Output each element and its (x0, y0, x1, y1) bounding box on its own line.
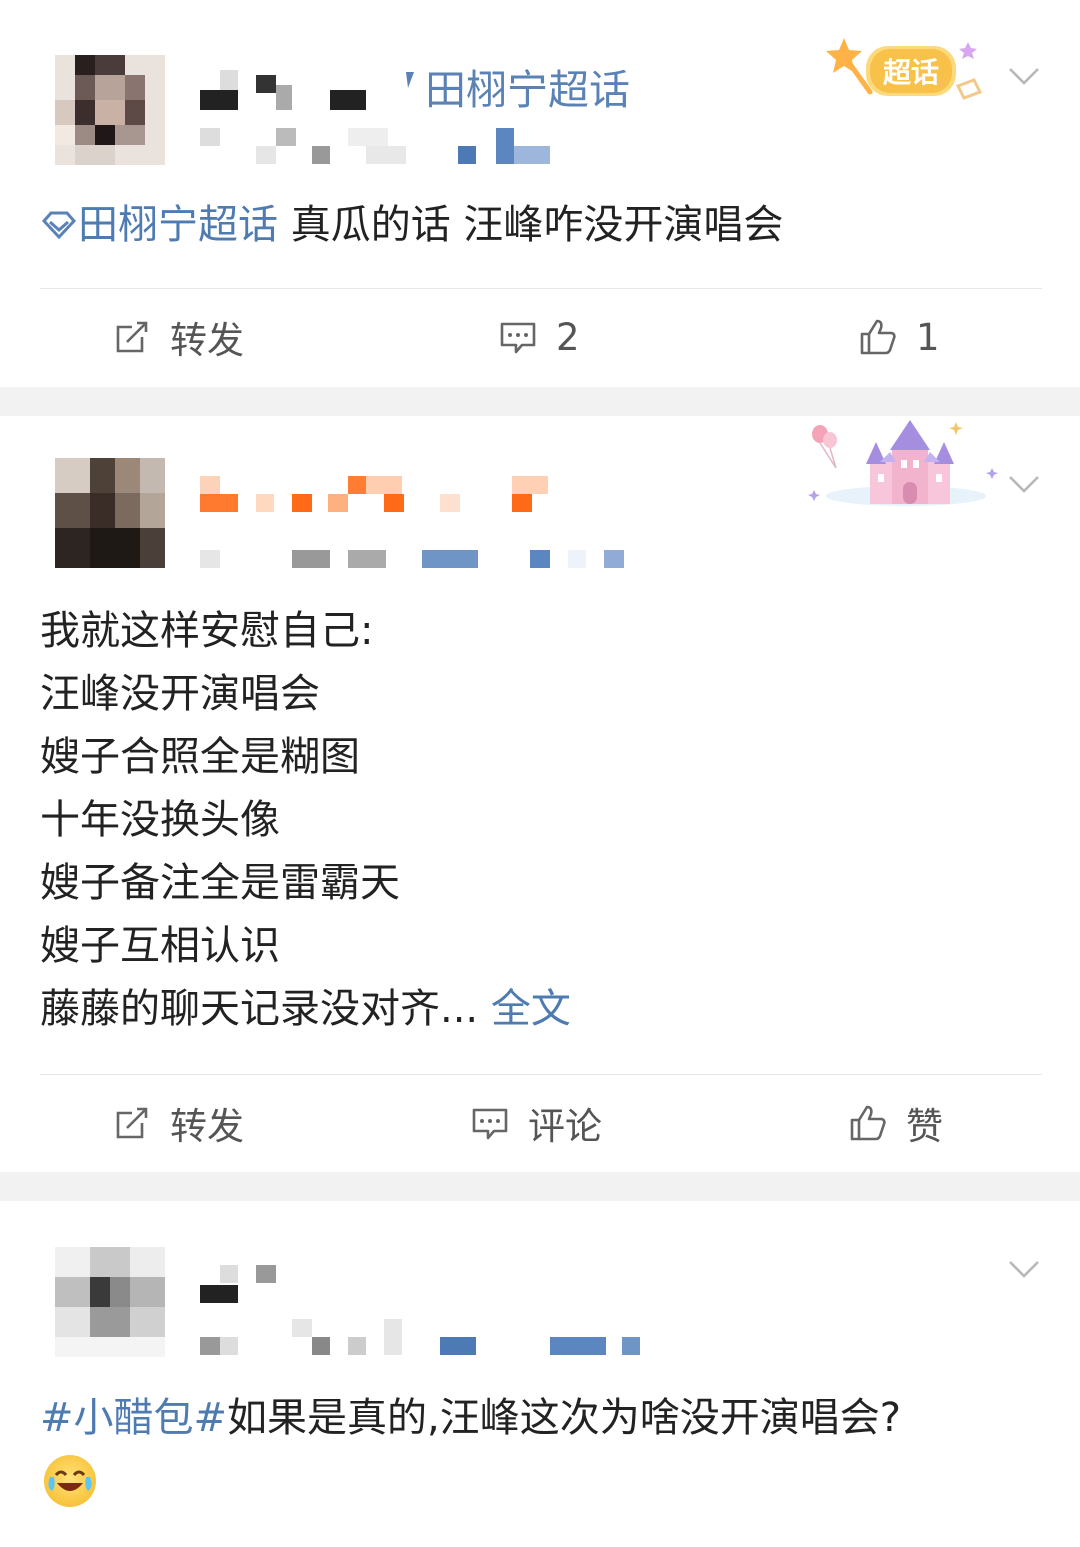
super-topic-diamond-icon (41, 211, 77, 240)
chevron-down-icon (1009, 1261, 1039, 1278)
repost-button[interactable]: 转发 (112, 1078, 244, 1168)
avatar[interactable] (55, 1247, 165, 1357)
super-topic-badge: 超话 (822, 34, 992, 114)
username-blurred[interactable] (200, 476, 560, 516)
like-count: 1 (916, 315, 940, 359)
repost-icon (112, 317, 152, 357)
like-label: 赞 (906, 1105, 943, 1148)
comment-button[interactable]: 评论 (470, 1078, 602, 1168)
post-line: 我就这样安慰自己: (40, 608, 374, 654)
post-meta-blurred (200, 128, 560, 164)
post-card-1: 田栩宁超话 超话 田栩宁超话 真瓜的话 汪峰咋没开演唱会 转发 2 1 (0, 0, 1080, 387)
post-line: 汪峰没开演唱会 (40, 671, 320, 717)
repost-button[interactable]: 转发 (112, 292, 244, 382)
action-bar: 转发 2 1 (0, 292, 1080, 382)
repost-icon (112, 1103, 152, 1143)
avatar[interactable] (55, 458, 165, 568)
avatar[interactable] (55, 55, 165, 165)
post-line-last: 藤藤的聊天记录没对齐... 全文 (40, 978, 1040, 1041)
comment-icon (498, 317, 538, 357)
more-options-button[interactable] (1004, 464, 1044, 504)
thumbs-up-icon (848, 1103, 888, 1143)
post-card-3: #小醋包#如果是真的,汪峰这次为啥没开演唱会? (0, 1201, 1080, 1547)
post-line: 嫂子互相认识 (40, 923, 280, 969)
divider (40, 288, 1042, 289)
more-options-button[interactable] (1004, 1249, 1044, 1289)
castle-badge (806, 416, 1002, 512)
super-topic-name[interactable]: 田栩宁超话 (425, 56, 630, 116)
chevron-down-icon (1009, 68, 1039, 85)
crying-laughing-emoji (44, 1455, 96, 1507)
post-line: 十年没换头像 (40, 797, 280, 843)
comment-button[interactable]: 2 (498, 292, 580, 382)
topic-link[interactable]: 田栩宁超话 (40, 202, 291, 248)
more-options-button[interactable] (1004, 56, 1044, 96)
comment-count: 2 (556, 315, 580, 359)
post-line-text: 藤藤的聊天记录没对齐... (40, 986, 479, 1032)
repost-label: 转发 (170, 319, 244, 362)
divider (40, 1074, 1042, 1075)
post-body: 我就这样安慰自己: 汪峰没开演唱会 嫂子合照全是糊图 十年没换头像 嫂子备注全是… (40, 600, 1040, 1041)
like-button[interactable]: 赞 (848, 1078, 943, 1168)
like-button[interactable]: 1 (858, 292, 940, 382)
post-text-content: 如果是真的,汪峰这次为啥没开演唱会? (227, 1395, 901, 1441)
comment-label: 评论 (528, 1105, 602, 1148)
post-line: 嫂子备注全是雷霸天 (40, 860, 400, 906)
repost-label: 转发 (170, 1105, 244, 1148)
post-meta-blurred (200, 550, 640, 568)
post-body: 田栩宁超话 真瓜的话 汪峰咋没开演唱会 (40, 194, 1040, 257)
post-card-2: 我就这样安慰自己: 汪峰没开演唱会 嫂子合照全是糊图 十年没换头像 嫂子备注全是… (0, 416, 1080, 1172)
badge-label: 超话 (883, 56, 939, 89)
super-topic-caret-icon (406, 72, 414, 88)
post-text-content: 真瓜的话 汪峰咋没开演唱会 (290, 202, 784, 248)
chevron-down-icon (1009, 476, 1039, 493)
action-bar: 转发 评论 赞 (0, 1078, 1080, 1168)
hashtag-link[interactable]: #小醋包# (40, 1395, 227, 1441)
comment-icon (470, 1103, 510, 1143)
post-meta-blurred (200, 1319, 640, 1355)
username-blurred[interactable] (200, 70, 400, 115)
post-line: 嫂子合照全是糊图 (40, 734, 360, 780)
thumbs-up-icon (858, 317, 898, 357)
full-text-link[interactable]: 全文 (491, 986, 571, 1032)
post-body: #小醋包#如果是真的,汪峰这次为啥没开演唱会? (40, 1387, 1040, 1450)
username-blurred[interactable] (200, 1265, 280, 1305)
